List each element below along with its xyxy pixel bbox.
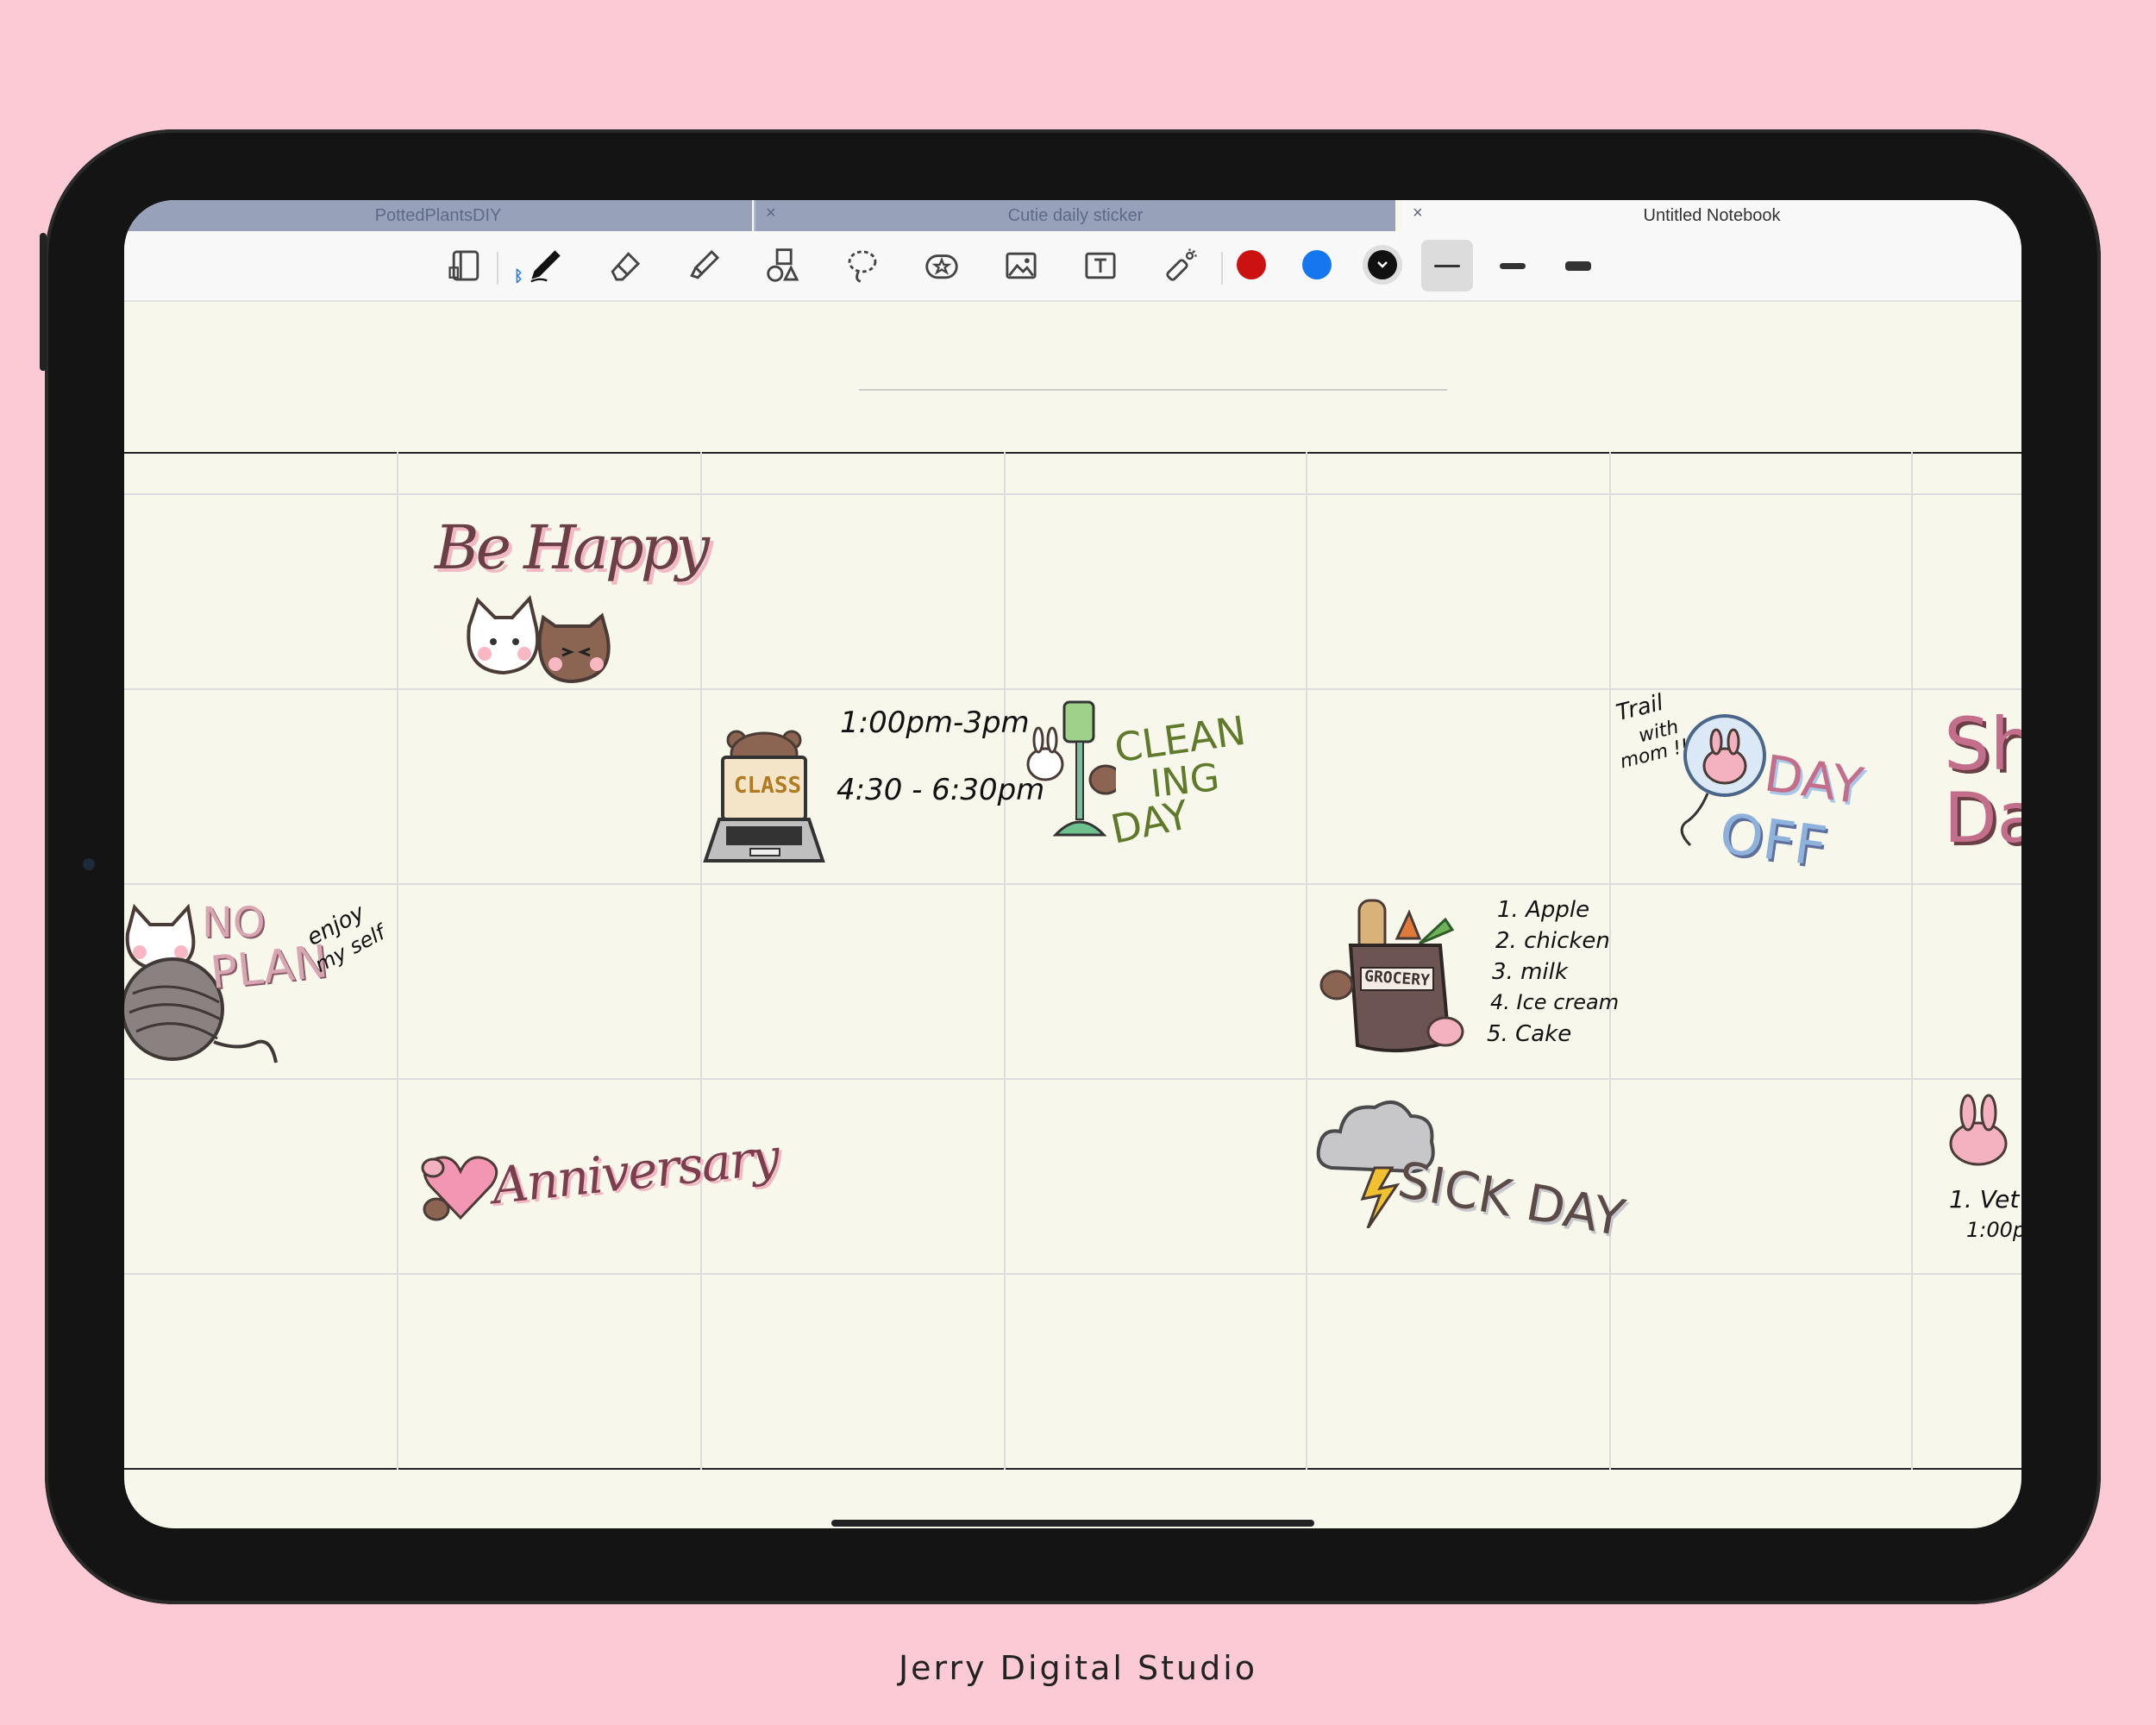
tab-untitled-notebook[interactable]: × Untitled Notebook: [1402, 200, 2021, 231]
tab-cutie-daily-sticker[interactable]: × Cutie daily sticker: [754, 200, 1395, 231]
sticker-sick-day[interactable]: SICK DAY: [1314, 1082, 1629, 1273]
sticker-partial-sh-day[interactable]: Sh Da: [1944, 702, 2021, 875]
grocery-item-1: 1. Apple: [1497, 897, 1590, 923]
grocery-item-5: 5. Cake: [1487, 1021, 1572, 1047]
calendar-grid: Be Happy CLASS 1:00pm-3pm 4:30 - 6:30pm …: [124, 452, 2021, 1470]
partial-text-1: Sh: [1944, 702, 2021, 787]
tab-bar: PottedPlantsDIY × Cutie daily sticker × …: [124, 200, 2021, 231]
chevron-down-icon: [1377, 261, 1388, 268]
stroke-width-medium[interactable]: [1487, 240, 1539, 292]
grid-line: [124, 1273, 2021, 1275]
eraser-icon[interactable]: [600, 242, 649, 290]
sticker-icon[interactable]: [918, 242, 966, 290]
grid-line: [1911, 452, 1913, 1470]
grocery-item-2: 2. chicken: [1495, 928, 1610, 954]
sticker-anniversary[interactable]: Anniversary: [417, 1107, 780, 1237]
page-layout-icon[interactable]: [442, 242, 490, 290]
grid-border-top: [124, 452, 2021, 454]
sticker-day-off[interactable]: Trail with mom !! DAY OFF: [1613, 690, 1906, 885]
image-icon[interactable]: [997, 242, 1045, 290]
color-swatch-red[interactable]: [1237, 250, 1266, 279]
grid-border-bottom: [124, 1468, 2021, 1470]
shapes-icon[interactable]: [759, 242, 807, 290]
class-time-1: 1:00pm-3pm: [840, 706, 1030, 740]
sticker-class[interactable]: CLASS 1:00pm-3pm 4:30 - 6:30pm: [702, 697, 1044, 878]
day-off-text-2: OFF: [1715, 801, 1831, 881]
lasso-icon[interactable]: [838, 242, 887, 290]
heart-bunny-icon: [421, 1156, 498, 1221]
stroke-width-thick[interactable]: [1552, 240, 1604, 292]
class-label: CLASS: [733, 773, 802, 799]
side-button: [40, 233, 47, 371]
laser-pointer-icon[interactable]: [1156, 242, 1204, 290]
bunny-icon: [1949, 1094, 2008, 1166]
close-tab-icon[interactable]: ×: [766, 204, 776, 223]
vet-note-2: 1:00p: [1966, 1218, 2021, 1242]
grid-line: [1609, 452, 1611, 1470]
cat-and-bear-icon: [467, 594, 611, 684]
tab-pottedplantsdiy[interactable]: PottedPlantsDIY: [124, 200, 752, 231]
toolbar-divider: [497, 252, 498, 285]
cleaning-text-3: DAY: [1106, 791, 1194, 853]
sticker-partial-vet[interactable]: 1. Vet 1:00p: [1940, 1090, 2021, 1263]
vacuum-bunny-icon: [1026, 700, 1116, 837]
toolbar-divider: [1221, 252, 1223, 285]
day-off-text-1: DAY: [1760, 743, 1867, 816]
watermark-credit: Jerry Digital Studio: [898, 1649, 1258, 1687]
color-swatch-blue[interactable]: [1302, 250, 1332, 279]
grocery-item-3: 3. milk: [1492, 959, 1568, 985]
grid-line: [124, 493, 2021, 495]
sticker-no-plan[interactable]: NO PLAN enjoy my self: [124, 887, 397, 1076]
class-time-2: 4:30 - 6:30pm: [837, 773, 1045, 807]
grid-line: [1004, 452, 1006, 1470]
grid-line: [700, 452, 702, 1470]
grocery-item-4: 4. Ice cream: [1490, 990, 1620, 1014]
pen-icon[interactable]: [521, 242, 569, 290]
sticker-be-happy[interactable]: Be Happy: [435, 512, 710, 685]
vet-note-1: 1. Vet: [1949, 1185, 2020, 1214]
home-indicator[interactable]: [831, 1520, 1314, 1527]
anniversary-text: Anniversary: [489, 1126, 781, 1216]
color-swatch-black[interactable]: [1368, 250, 1397, 279]
close-tab-icon[interactable]: ×: [1413, 204, 1423, 223]
notebook-page[interactable]: Be Happy CLASS 1:00pm-3pm 4:30 - 6:30pm …: [124, 302, 2021, 1528]
be-happy-text: Be Happy: [435, 512, 710, 583]
highlighter-icon[interactable]: [680, 242, 728, 290]
grid-line: [124, 1078, 2021, 1080]
stroke-width-thin[interactable]: [1421, 240, 1473, 292]
app-screen: PottedPlantsDIY × Cutie daily sticker × …: [124, 200, 2021, 1528]
tab-label: Cutie daily sticker: [1007, 205, 1144, 225]
sticker-cleaning-day[interactable]: CLEAN ING DAY: [1021, 697, 1306, 878]
grid-line: [1306, 452, 1307, 1470]
title-underline: [859, 389, 1447, 391]
partial-text-2: Da: [1944, 778, 2021, 858]
tab-label: Untitled Notebook: [1643, 205, 1781, 225]
text-box-icon[interactable]: [1076, 242, 1125, 290]
front-camera: [83, 858, 95, 870]
sticker-grocery[interactable]: GROCERY 1. Apple 2. chicken 3. milk 4. I…: [1314, 887, 1619, 1078]
grid-line: [397, 452, 398, 1470]
tab-label: PottedPlantsDIY: [374, 205, 502, 225]
tool-bar: ᛒ: [124, 231, 2021, 302]
sick-day-text: SICK DAY: [1394, 1150, 1630, 1248]
no-plan-text-1: NO: [202, 899, 266, 947]
